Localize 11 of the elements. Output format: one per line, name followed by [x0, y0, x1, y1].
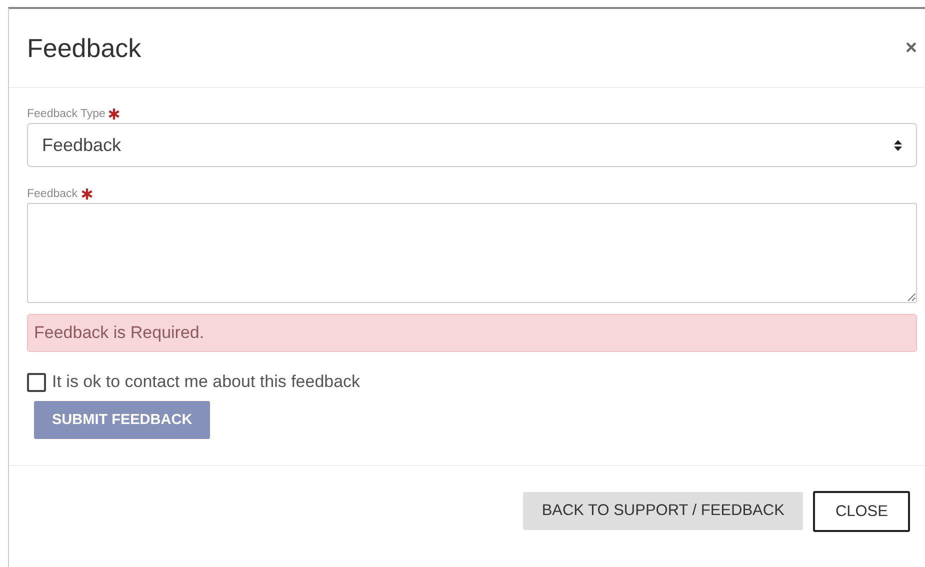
checkbox-label: It is ok to contact me about this feedback: [52, 372, 360, 392]
close-button[interactable]: CLOSE: [813, 491, 910, 532]
close-button[interactable]: ×: [905, 38, 917, 58]
error-alert: Feedback is Required.: [27, 314, 917, 352]
sort-caret-icon: [894, 140, 902, 150]
back-button[interactable]: BACK TO SUPPORT / FEEDBACK: [522, 492, 804, 530]
dialog-title: Feedback: [27, 32, 142, 64]
field-label: Feedback Type: [27, 108, 106, 120]
feedback-type-select[interactable]: Feedback: [27, 123, 917, 167]
field-label: Feedback: [27, 188, 78, 200]
contact-checkbox[interactable]: [27, 372, 46, 392]
